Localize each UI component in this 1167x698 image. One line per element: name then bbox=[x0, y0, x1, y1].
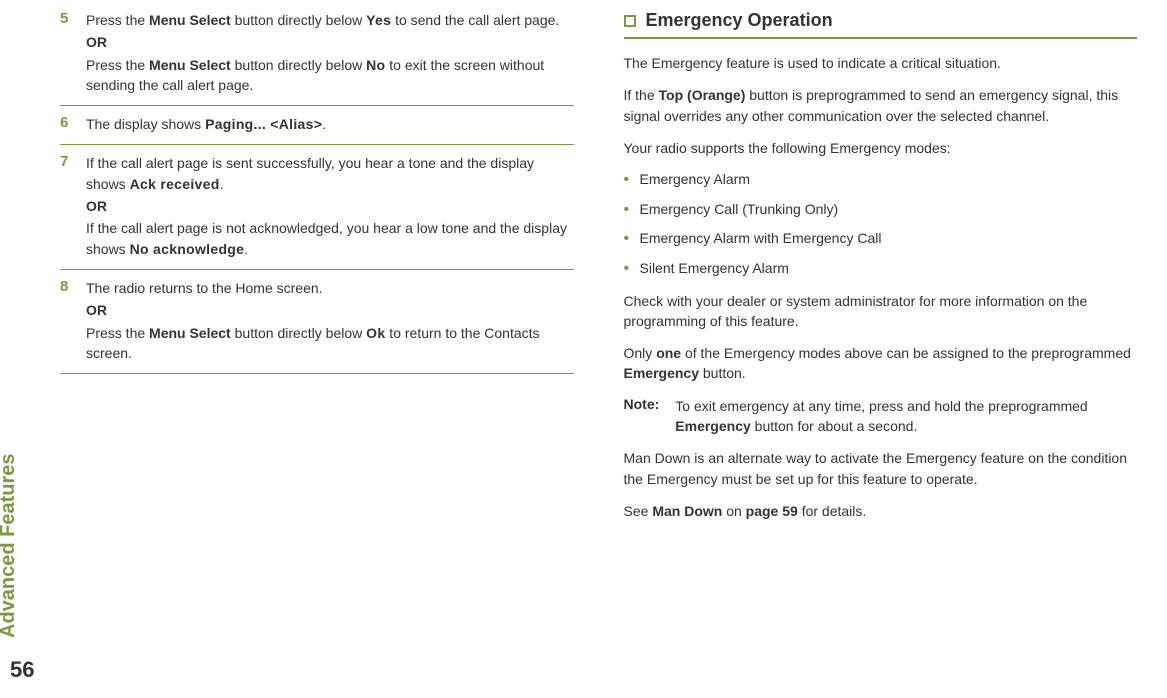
text: button directly below bbox=[231, 325, 366, 341]
text: button directly below bbox=[231, 12, 366, 28]
text: on bbox=[722, 503, 745, 519]
left-column: 5 Press the Menu Select button directly … bbox=[60, 10, 574, 533]
step-number: 8 bbox=[60, 278, 74, 365]
text: button for about a second. bbox=[751, 418, 918, 434]
page-number: 56 bbox=[10, 657, 34, 683]
paragraph: See Man Down on page 59 for details. bbox=[624, 501, 1138, 521]
bold-text: Man Down bbox=[652, 503, 722, 519]
display-text: Ack received bbox=[130, 176, 220, 192]
bold-text: Menu Select bbox=[149, 57, 231, 73]
step-body: The display shows Paging... <Alias>. bbox=[86, 114, 326, 136]
display-text: Ok bbox=[366, 325, 385, 341]
paragraph: Your radio supports the following Emerge… bbox=[624, 138, 1138, 158]
text: button. bbox=[699, 365, 746, 381]
section-marker-icon bbox=[624, 15, 636, 27]
section-title: Emergency Operation bbox=[646, 10, 833, 31]
note-body: To exit emergency at any time, press and… bbox=[675, 396, 1137, 437]
text: Press the bbox=[86, 325, 149, 341]
display-text: No acknowledge bbox=[130, 241, 245, 257]
text: The radio returns to the Home screen. bbox=[86, 280, 323, 296]
text: for details. bbox=[798, 503, 866, 519]
step-body: If the call alert page is sent successfu… bbox=[86, 153, 574, 260]
or-text: OR bbox=[86, 32, 574, 52]
bold-text: Menu Select bbox=[149, 325, 231, 341]
content-columns: 5 Press the Menu Select button directly … bbox=[60, 10, 1137, 533]
list-item: Emergency Alarm with Emergency Call bbox=[624, 229, 1138, 249]
step-number: 5 bbox=[60, 10, 74, 97]
emergency-modes-list: Emergency Alarm Emergency Call (Trunking… bbox=[624, 170, 1138, 278]
or-text: OR bbox=[86, 196, 574, 216]
note-block: Note: To exit emergency at any time, pre… bbox=[624, 396, 1138, 437]
text: To exit emergency at any time, press and… bbox=[675, 398, 1087, 414]
text: button directly below bbox=[231, 57, 366, 73]
right-column: Emergency Operation The Emergency featur… bbox=[624, 10, 1138, 533]
display-text: Yes bbox=[366, 12, 391, 28]
text: of the Emergency modes above can be assi… bbox=[681, 345, 1131, 361]
bold-text: Menu Select bbox=[149, 12, 231, 28]
list-item: Emergency Call (Trunking Only) bbox=[624, 200, 1138, 220]
step-body: The radio returns to the Home screen. OR… bbox=[86, 278, 574, 365]
list-item: Silent Emergency Alarm bbox=[624, 259, 1138, 279]
paragraph: Man Down is an alternate way to activate… bbox=[624, 448, 1138, 489]
text: Press the bbox=[86, 57, 149, 73]
paragraph: Only one of the Emergency modes above ca… bbox=[624, 343, 1138, 384]
paragraph: Check with your dealer or system adminis… bbox=[624, 291, 1138, 332]
bold-text: Emergency bbox=[624, 365, 699, 381]
list-item: Emergency Alarm bbox=[624, 170, 1138, 190]
step-number: 7 bbox=[60, 153, 74, 260]
text: The display shows bbox=[86, 116, 205, 132]
sidebar-section-label: Advanced Features bbox=[0, 453, 20, 638]
text: Only bbox=[624, 345, 657, 361]
paragraph: The Emergency feature is used to indicat… bbox=[624, 53, 1138, 73]
text: . bbox=[322, 116, 326, 132]
text: Press the bbox=[86, 12, 149, 28]
text: See bbox=[624, 503, 653, 519]
bold-text: Emergency bbox=[675, 418, 750, 434]
text: to send the call alert page. bbox=[391, 12, 559, 28]
paragraph: If the Top (Orange) button is preprogram… bbox=[624, 85, 1138, 126]
step-8: 8 The radio returns to the Home screen. … bbox=[60, 270, 574, 374]
text: . bbox=[244, 241, 248, 257]
section-header: Emergency Operation bbox=[624, 10, 1138, 31]
text: . bbox=[220, 176, 224, 192]
cross-ref-link[interactable]: page 59 bbox=[746, 503, 798, 519]
step-7: 7 If the call alert page is sent success… bbox=[60, 145, 574, 269]
note-label: Note: bbox=[624, 396, 660, 437]
step-body: Press the Menu Select button directly be… bbox=[86, 10, 574, 97]
step-6: 6 The display shows Paging... <Alias>. bbox=[60, 106, 574, 145]
or-text: OR bbox=[86, 300, 574, 320]
display-text: No bbox=[366, 57, 385, 73]
bold-text: one bbox=[656, 345, 681, 361]
bold-text: Top (Orange) bbox=[659, 87, 746, 103]
text: If the bbox=[624, 87, 659, 103]
display-text: Paging... <Alias> bbox=[205, 116, 322, 132]
section-divider bbox=[624, 37, 1138, 39]
step-number: 6 bbox=[60, 114, 74, 136]
step-5: 5 Press the Menu Select button directly … bbox=[60, 10, 574, 106]
